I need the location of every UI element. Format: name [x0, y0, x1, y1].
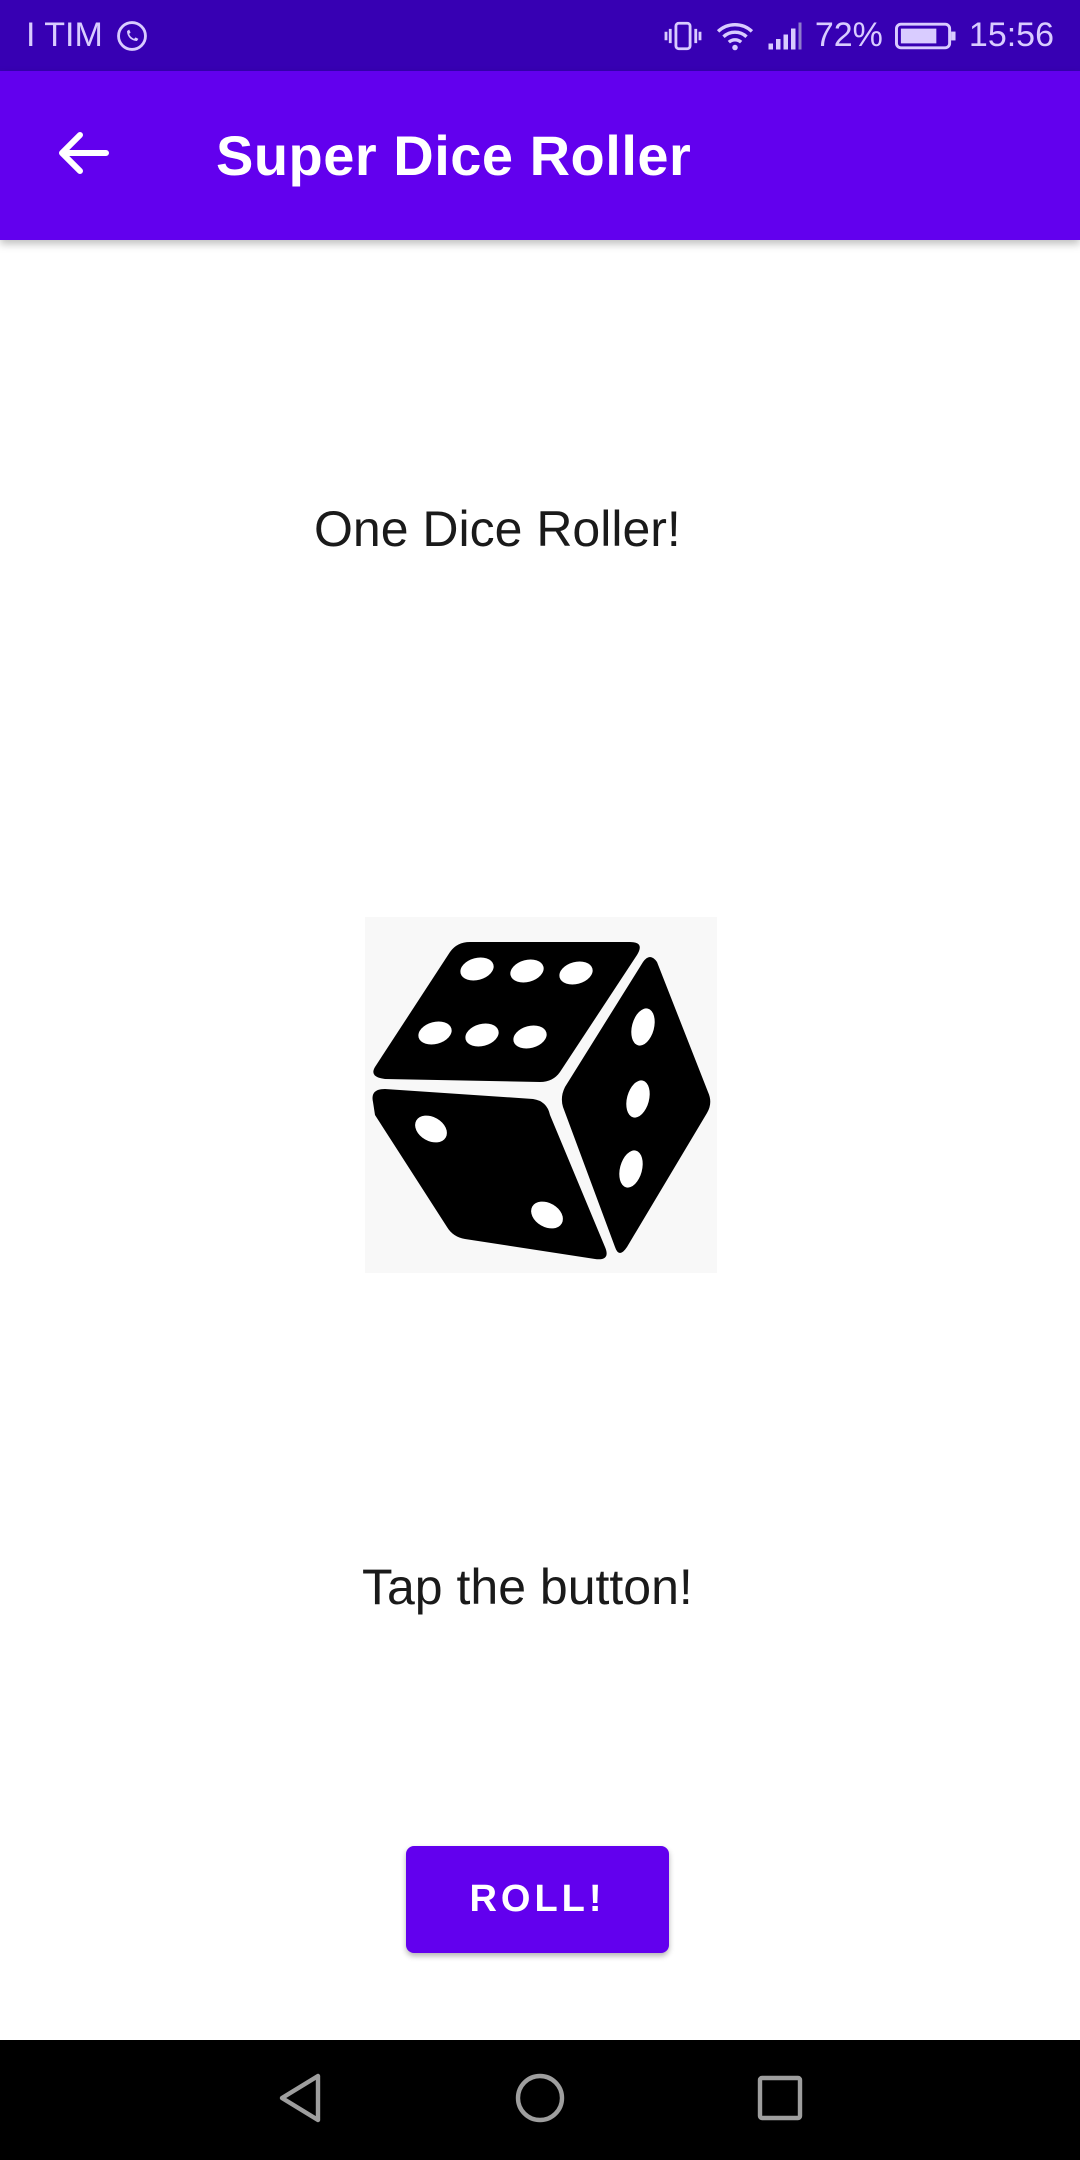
nav-recents-button[interactable] — [660, 2040, 900, 2160]
battery-icon — [894, 21, 957, 51]
status-bar: I TIM 72% 15:56 — [0, 0, 1080, 71]
clock: 15:56 — [968, 16, 1054, 54]
screen: I TIM 72% 15:56 Super Dice Roller One Di… — [0, 0, 1080, 2160]
back-triangle-icon — [276, 2072, 324, 2129]
nav-back-button[interactable] — [180, 2040, 420, 2160]
battery-percent: 72% — [814, 16, 883, 54]
nav-bar — [0, 2040, 1080, 2160]
whatsapp-icon — [115, 19, 149, 53]
main-content: One Dice Roller! Tap the button! ROLL! — [0, 240, 1080, 2040]
roll-button[interactable]: ROLL! — [406, 1846, 669, 1953]
status-left: I TIM — [26, 16, 149, 55]
signal-icon — [767, 21, 803, 51]
back-button[interactable] — [0, 71, 170, 240]
carrier-label: I TIM — [26, 16, 103, 54]
prompt-text: Tap the button! — [362, 1559, 693, 1615]
app-bar: Super Dice Roller — [0, 71, 1080, 240]
recents-square-icon — [756, 2074, 804, 2127]
nav-home-button[interactable] — [420, 2040, 660, 2160]
vibrate-icon — [663, 19, 703, 53]
page-title: Super Dice Roller — [216, 124, 692, 187]
wifi-icon — [715, 19, 755, 53]
status-right: 72% 15:56 — [663, 16, 1054, 55]
home-circle-icon — [514, 2072, 566, 2129]
dice-image — [365, 917, 717, 1273]
heading-text: One Dice Roller! — [314, 501, 681, 557]
arrow-left-icon — [54, 129, 110, 182]
